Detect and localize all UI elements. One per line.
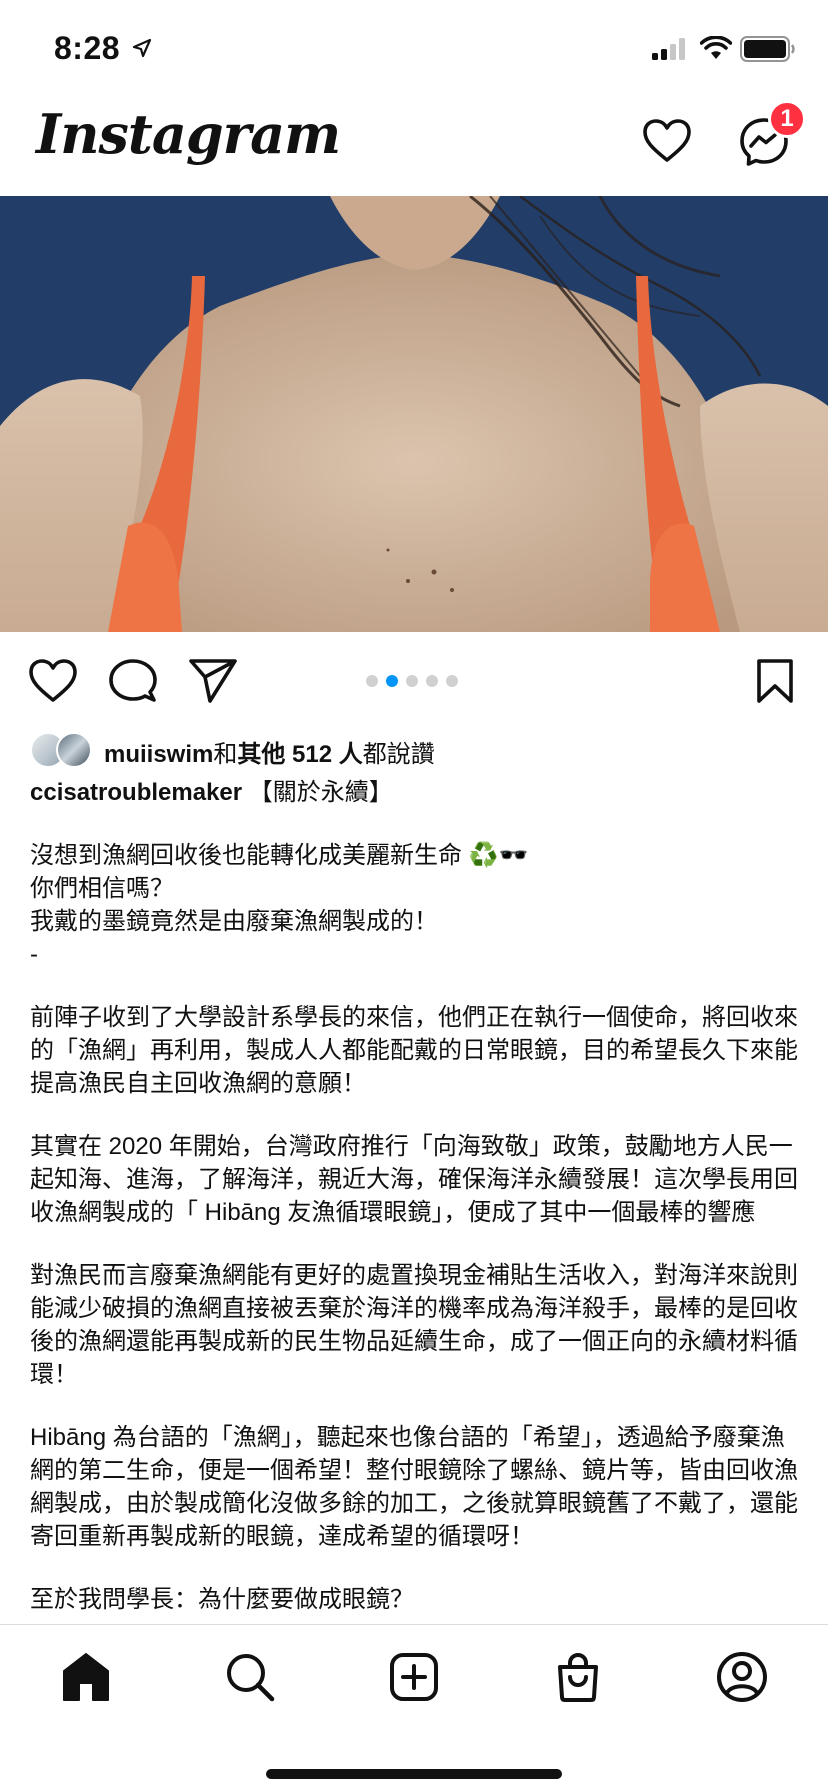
likes-suffix: 都說讚 [362, 741, 435, 768]
carousel-dot [446, 675, 458, 687]
messenger-badge: 1 [768, 100, 806, 138]
caption-paragraph: 沒想到漁網回收後也能轉化成美麗新生命 ♻️🕶️ 你們相信嗎？ 我戴的墨鏡竟然是由… [30, 842, 529, 968]
carousel-dot-active [386, 675, 398, 687]
like-icon[interactable] [28, 658, 78, 704]
caption-paragraph: 前陣子收到了大學設計系學長的來信，他們正在執行一個使命，將回收來的「漁網」再利用… [30, 1004, 798, 1097]
status-bar: 8:28 [0, 0, 828, 96]
heart-icon[interactable] [642, 118, 692, 164]
battery-icon [740, 36, 795, 62]
location-arrow-icon [132, 38, 152, 58]
caption-paragraph: 對漁民而言廢棄漁網能有更好的處置換現金補貼生活收入，對海洋來說則能減少破損的漁網… [30, 1262, 798, 1388]
carousel-indicator [366, 674, 458, 688]
caption-paragraph: Hibāng 為台語的「漁網」，聽起來也像台語的「希望」，透過給予廢棄漁網的第二… [30, 1424, 798, 1550]
likes-others[interactable]: 其他 512 人 [237, 741, 362, 768]
caption-paragraph: 其實在 2020 年開始，台灣政府推行「向海致敬」政策，鼓勵地方人民一起知海、進… [30, 1133, 798, 1226]
app-header: Instagram 1 [0, 96, 828, 196]
profile-icon[interactable] [716, 1651, 768, 1703]
status-time: 8:28 [54, 30, 121, 66]
home-icon[interactable] [60, 1651, 112, 1703]
cellular-signal-icon [652, 38, 685, 60]
instagram-logo[interactable]: Instagram [36, 102, 341, 166]
caption-paragraph: 至於我問學長：為什麼要做成眼鏡？ [30, 1586, 414, 1613]
bottom-nav [0, 1624, 828, 1792]
liker-username[interactable]: muiiswim [104, 741, 213, 768]
post-photo [0, 196, 828, 632]
search-icon[interactable] [224, 1651, 276, 1703]
wifi-icon [700, 36, 732, 59]
post-image[interactable] [0, 196, 828, 632]
likes-row[interactable]: muiiswim和其他 512 人都說讚 [30, 730, 810, 770]
likes-summary[interactable]: muiiswim和其他 512 人都說讚 [104, 734, 435, 769]
caption-username[interactable]: ccisatroublemaker [30, 779, 242, 806]
share-icon[interactable] [188, 658, 238, 704]
likes-joiner: 和 [213, 741, 238, 768]
bookmark-icon[interactable] [752, 658, 798, 704]
new-post-icon[interactable] [388, 1651, 440, 1703]
carousel-dot [406, 675, 418, 687]
caption-title: 【關於永續】 [242, 779, 393, 806]
home-indicator[interactable] [266, 1769, 562, 1779]
post-caption: ccisatroublemaker 【關於永續】 沒想到漁網回收後也能轉化成美麗… [30, 776, 800, 1616]
shop-icon[interactable] [552, 1651, 604, 1703]
liker-avatar [56, 732, 92, 768]
carousel-dot [426, 675, 438, 687]
comment-icon[interactable] [108, 658, 158, 704]
carousel-dot [366, 675, 378, 687]
